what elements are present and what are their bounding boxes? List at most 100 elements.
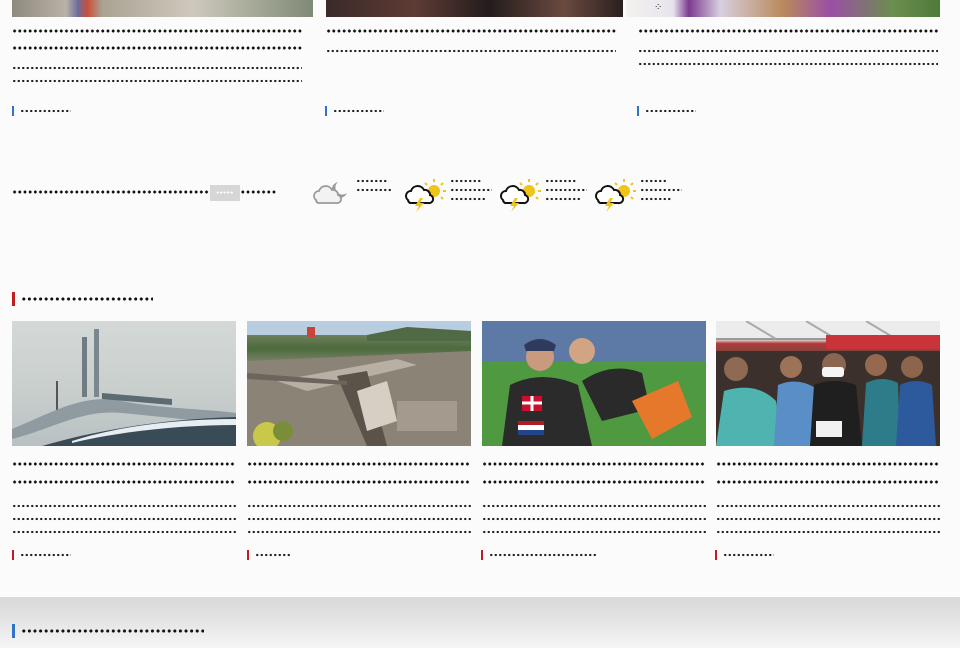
tag-marker	[325, 106, 327, 116]
excerpt-line: ●●●●●●●●●●	[638, 57, 938, 70]
title-line[interactable]: ●●●●●●●●●	[12, 39, 302, 56]
category-tag[interactable]: ●●●●●●●'	[12, 550, 72, 560]
section-heading[interactable]: ●●●●●● ●●●●●●●'	[12, 292, 153, 306]
title-line[interactable]: ●●●●●●'' ●●●●●●●' ●●●●●●●● ●●●●●●●●●●'	[247, 455, 471, 473]
excerpt-line: ●●● ●●●●●●●' ●●●●●●●● ●●●●● ●●●●●●●●●	[12, 525, 236, 538]
forecast-text: ●●●●●●	[545, 178, 577, 184]
thunderstorm-icon	[405, 179, 446, 212]
section-title[interactable]: ●●●●●● ●●●●●●●'	[21, 294, 153, 304]
article-title[interactable]: ●●●●●●' ● ●●●●●'' ●●●●●●●●●●●' ●●●' ●●●●…	[638, 22, 938, 39]
article-title[interactable]: ●●●●●● ●' ●●●●●● ●●●●●●●' ●●●●' ●●' ●●●●…	[716, 455, 940, 491]
title-line[interactable]: ●●●●●●●●●●' ●●●●●●●●●' ●●●●●●●●●●●●●● ●●…	[482, 455, 706, 473]
category-label[interactable]: ●●●●●●●'	[723, 550, 775, 560]
title-line[interactable]: ●●●●● ●●●●●●● ●●●●●' ●●●●●●●●●●●●●● ●●●●…	[326, 22, 616, 39]
article-title[interactable]: ●●●●● ●●●●●●● ●●●●●' ●●●●●●●●●●●●●● ●●●●…	[326, 22, 616, 39]
category-tag[interactable]: ●●●●●●●'	[12, 106, 72, 116]
excerpt-line: ●●●●●●● ●●' ●●●●●●●●●●●' ●●' ●●●●●●● ●●●…	[716, 512, 940, 525]
article-excerpt: ●●●●●●●●●' ●●●●●●' ●●●●●●'' ●●●●● ●●●●●●…	[12, 62, 302, 87]
article-card[interactable]: ●●●●●●●'' ●●●●●●●● ●●●●●●●●●●' ●●●●●●●●●…	[12, 455, 236, 538]
train-wreck-photo[interactable]	[247, 321, 471, 446]
category-label[interactable]: ●●●●●●●'	[333, 106, 385, 116]
forecast-day: ●●●●●● ●●●●●●●● ●●●●●●●	[404, 178, 492, 212]
forecast-text: ●●●●●●●●	[640, 187, 682, 193]
section-marker	[12, 624, 15, 638]
excerpt-line: ●●●'' ●●●●●●●'' ●●●●●●●'' ●●●●●●●●●●●' ●…	[12, 499, 236, 512]
category-label[interactable]: ●●●●●●●'	[20, 106, 72, 116]
tag-marker	[715, 550, 717, 560]
category-tag[interactable]: ●●●●●●●'	[325, 106, 385, 116]
article-card[interactable]: ●●●●●●'' ●●●●●●●' ●●●●●●●● ●●●●●●●●●●' ●…	[247, 455, 471, 538]
section-marker	[12, 292, 15, 306]
title-line[interactable]: ●●●●●●●●●●' ●●●●●' ●●●●●●'' ●●' ●●●●●●●●…	[12, 22, 302, 39]
forecast-text: ●●●●●●●	[450, 196, 487, 202]
article-card[interactable]: ●●●●●●' ● ●●●●●'' ●●●●●●●●●●●' ●●●' ●●●●…	[638, 22, 938, 70]
article-excerpt: ●●●●●●●' ●●●● ●●● ●●●●●●' ●● ●●●●' ●●●●●…	[326, 45, 616, 58]
forecast-text: ●●●●●●●	[545, 196, 582, 202]
article-title[interactable]: ●●●●●●'' ●●●●●●●' ●●●●●●●● ●●●●●●●●●●' ●…	[247, 455, 471, 491]
excerpt-line: ●●●●●●●●' ●●● ●●●●●●●●●●●● ●●●●●●●●' ●●●…	[638, 45, 938, 58]
grid-icon: ⁘	[654, 2, 663, 13]
weather-widget: ●●●●●●●●●●●●●●●●●● ●●●●●●●●●●●●●●●' ●●●●…	[12, 178, 952, 212]
excerpt-line: ●●●●●●●' ●●●● ●●● ●●●●●●' ●● ●●●●' ●●●●●…	[326, 45, 616, 58]
excerpt-line: ●● ●●●' ●●●●●●●●●●●'' ●●●●●' ●●●●●●● ●●●…	[482, 512, 706, 525]
excerpt-line: ●●●●●●●●●● ●● ●●●●●●●●●●●'	[247, 525, 471, 538]
section-title[interactable]: ●●●●●●●●●●●' ●●●●●●●'	[21, 626, 205, 636]
category-tag[interactable]: ●●●●●●●'	[715, 550, 775, 560]
article-card[interactable]: ●●●●●●●●●●' ●●●●●●●●●' ●●●●●●●●●●●●●● ●●…	[482, 455, 706, 538]
tag-marker	[247, 550, 249, 560]
article-title[interactable]: ●●●●●●●●●●' ●●●●●●●●●' ●●●●●●●●●●●●●● ●●…	[482, 455, 706, 491]
category-label[interactable]: ●●●●●●●'	[645, 106, 697, 116]
category-tag[interactable]: ●●●●●'	[247, 550, 293, 560]
title-line[interactable]: ●●●●● ●●●●●●●●	[716, 473, 940, 491]
excerpt-line: ●●●●●●●'' ●●●●●●●●● ●●●●●●●●●'	[716, 525, 940, 538]
excerpt-line: ●●●●●●●●●●●●●●● ●●●●●●●●●' ●●●● ●●●●' ●●…	[12, 512, 236, 525]
excerpt-line: ●●●●●' ●●●●●●'	[12, 74, 302, 87]
thunderstorm-icon	[500, 179, 541, 212]
forecast-text: ●●●●●●	[640, 196, 672, 202]
article-excerpt: ●●●●●●●●' ●●● ●●●●●●●●●●●● ●●●●●●●●' ●●●…	[638, 45, 938, 70]
excerpt-line: ●●●●' ●●●●●●●●●' '' ●●●●●●●●●● ●●●●●●● ●…	[247, 512, 471, 525]
category-tag[interactable]: ●●●●●●●'	[637, 106, 697, 116]
article-title[interactable]: ●●●●●●●'' ●●●●●●●● ●●●●●●●●●●' ●●●●●●●●●…	[12, 455, 236, 491]
excerpt-line: ●●●●●●●●●' ●●●●●●' ●●●●●●'' ●●●●● ●●●●●●…	[12, 62, 302, 75]
athletes-embrace-photo[interactable]	[482, 321, 706, 446]
category-tag[interactable]: ●●●●●●●●●●●●●●●'	[481, 550, 596, 560]
article-excerpt: ●●●●●●●●●' ●●●●●●●●●●' ●●●●●●●●●●●' ●●●●…	[716, 499, 940, 538]
article-title[interactable]: ●●●●●●●●●●' ●●●●●' ●●●●●●'' ●●' ●●●●●●●●…	[12, 22, 302, 56]
excerpt-line: ●●●'' ●●●●●●●●●●●●● ●●●●●● ●●●●●●●' ●●●●…	[482, 499, 706, 512]
forecast-text: ●●●●●●	[356, 178, 388, 184]
top-image-strip: ⁘	[0, 0, 960, 18]
category-label[interactable]: ●●●●●●●●●●●●●●●'	[489, 550, 596, 560]
article-image[interactable]: ⁘	[626, 0, 940, 17]
excerpt-line: ●● ●●●●●●●●●●●●	[482, 525, 706, 538]
category-label[interactable]: ●●●●●'	[255, 550, 293, 560]
title-line[interactable]: ●●●●●●●'' ●●●●●●●● ●●●●●●●●●●'	[12, 455, 236, 473]
tag-marker	[481, 550, 483, 560]
article-card[interactable]: ●●●●● ●●●●●●● ●●●●●' ●●●●●●●●●●●●●● ●●●●…	[326, 22, 616, 58]
forecast-text: ●●●●●●●●	[450, 187, 492, 193]
article-excerpt: ●●●●●●●●●●● ●●●●●●●●●●' ●●●●●' ●●●●●●● ●…	[247, 499, 471, 538]
article-image[interactable]	[326, 0, 623, 17]
marathon-runners-photo[interactable]	[716, 321, 940, 446]
forecast-text: ●●●●●●	[450, 178, 482, 184]
forecast-text: ●●●●●●●	[356, 187, 393, 193]
title-line[interactable]: ●●●●●●' ● ●●●●●'' ●●●●●●●●●●●' ●●●' ●●●●…	[638, 22, 938, 39]
article-image[interactable]	[12, 0, 313, 17]
tag-marker	[12, 106, 14, 116]
category-label[interactable]: ●●●●●●●'	[20, 550, 72, 560]
article-card[interactable]: ●●●●●● ●' ●●●●●● ●●●●●●●' ●●●●' ●●' ●●●●…	[716, 455, 940, 538]
title-line[interactable]: ●●●●●●●●' ●●●●●●●●●●	[247, 473, 471, 491]
forecast-text: ●●●●●●●●	[545, 187, 587, 193]
article-card[interactable]: ●●●●●●●●●●' ●●●●●' ●●●●●●'' ●●' ●●●●●●●●…	[12, 22, 302, 87]
title-line[interactable]: ●●●●●●●●●● ●●●●●●●●●●●●	[482, 473, 706, 491]
bridge-photo[interactable]	[12, 321, 236, 446]
tag-marker	[12, 550, 14, 560]
partly-cloudy-night-icon	[313, 182, 347, 204]
next-section-band	[0, 597, 960, 648]
title-line[interactable]: ●●●●●●●●●●●●●●●●●●' ●●●●●●●●●	[12, 473, 236, 491]
forecast-day: ●●●●●● ●●●●●●●● ●●●●●●●	[499, 178, 587, 212]
section-heading[interactable]: ●●●●●●●●●●●' ●●●●●●●'	[12, 624, 205, 638]
article-excerpt: ●●●'' ●●●●●●●●●●●●● ●●●●●● ●●●●●●●' ●●●●…	[482, 499, 706, 538]
title-line[interactable]: ●●●●●● ●' ●●●●●● ●●●●●●●' ●●●●' ●●' ●●●●…	[716, 455, 940, 473]
weather-change-button[interactable]: ●●●●●●	[210, 185, 240, 201]
